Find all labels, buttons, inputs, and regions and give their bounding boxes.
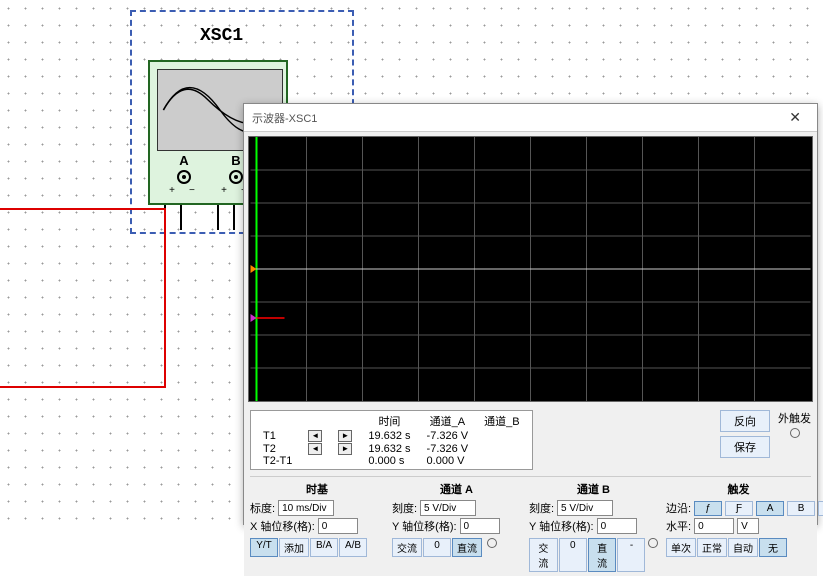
trig-auto-button[interactable]: 自动 bbox=[728, 538, 758, 557]
trig-src-a-button[interactable]: A bbox=[756, 501, 784, 516]
scope-display[interactable] bbox=[248, 136, 813, 402]
mode-add-button[interactable]: 添加 bbox=[279, 538, 309, 557]
trig-single-button[interactable]: 单次 bbox=[666, 538, 696, 557]
reverse-button[interactable]: 反向 bbox=[720, 410, 770, 432]
cha-zero-button[interactable]: 0 bbox=[423, 538, 451, 557]
wire bbox=[233, 205, 235, 230]
window-title: 示波器-XSC1 bbox=[252, 110, 781, 126]
wire-red bbox=[0, 208, 164, 210]
cha-scale-input[interactable] bbox=[420, 500, 476, 516]
cursor-row-delta: T2-T1 0.000 s 0.000 V bbox=[255, 455, 528, 467]
cursor-row-t2: T2 ◄ ► 19.632 s -7.326 V bbox=[255, 442, 528, 455]
cha-dc-button[interactable]: 直流 bbox=[452, 538, 482, 557]
t2-left-button[interactable]: ◄ bbox=[308, 443, 322, 455]
wire-red bbox=[0, 386, 166, 388]
mode-ab-button[interactable]: A/B bbox=[339, 538, 367, 557]
trigger-level-input[interactable] bbox=[694, 518, 734, 534]
mode-yt-button[interactable]: Y/T bbox=[250, 538, 278, 557]
timebase-group: 时基 标度: X 轴位移(格): Y/T 添加 B/A A/B bbox=[250, 481, 384, 572]
chb-ypos-input[interactable] bbox=[597, 518, 637, 534]
oscilloscope-window: 示波器-XSC1 ✕ 时间 bbox=[243, 103, 818, 525]
trig-normal-button[interactable]: 正常 bbox=[697, 538, 727, 557]
wire bbox=[180, 205, 182, 230]
t1-right-button[interactable]: ► bbox=[338, 430, 352, 442]
trig-src-b-button[interactable]: B bbox=[787, 501, 815, 516]
cha-indicator bbox=[487, 538, 497, 548]
cursor-row-t1: T1 ◄ ► 19.632 s -7.326 V bbox=[255, 429, 528, 442]
bnc-icon bbox=[177, 170, 191, 184]
channel-a-group: 通道 A 刻度: Y 轴位移(格): 交流 0 直流 bbox=[392, 481, 521, 572]
cha-ac-button[interactable]: 交流 bbox=[392, 538, 422, 557]
close-button[interactable]: ✕ bbox=[781, 107, 809, 128]
trig-src-ext-button[interactable]: Ext bbox=[818, 501, 823, 516]
chb-dc-button[interactable]: 直流 bbox=[588, 538, 617, 572]
t2-right-button[interactable]: ► bbox=[338, 443, 352, 455]
trigger-level-unit[interactable] bbox=[737, 518, 759, 534]
edge-falling-button[interactable]: Ƒ bbox=[725, 501, 753, 516]
edge-rising-button[interactable]: ƒ bbox=[694, 501, 722, 516]
chb-scale-input[interactable] bbox=[557, 500, 613, 516]
chb-invert-button[interactable]: - bbox=[617, 538, 645, 572]
chb-ac-button[interactable]: 交流 bbox=[529, 538, 558, 572]
trig-none-button[interactable]: 无 bbox=[759, 538, 787, 557]
t1-left-button[interactable]: ◄ bbox=[308, 430, 322, 442]
timebase-scale-input[interactable] bbox=[278, 500, 334, 516]
trigger-group: 触发 边沿: ƒ Ƒ A B Ext 水平: 单次 正常 自动 bbox=[666, 481, 811, 572]
chb-zero-button[interactable]: 0 bbox=[559, 538, 587, 572]
timebase-xpos-input[interactable] bbox=[318, 518, 358, 534]
wire bbox=[217, 205, 219, 230]
ext-trigger-label: 外触发 bbox=[778, 410, 811, 426]
titlebar[interactable]: 示波器-XSC1 ✕ bbox=[244, 104, 817, 132]
cha-ypos-input[interactable] bbox=[460, 518, 500, 534]
instrument-refdes: XSC1 bbox=[200, 26, 243, 46]
chb-indicator bbox=[648, 538, 658, 548]
bnc-icon bbox=[229, 170, 243, 184]
cursor-readout: 时间 通道_A 通道_B T1 ◄ ► 19.632 s -7.326 V T2 bbox=[250, 410, 533, 470]
port-a[interactable]: A + − bbox=[164, 153, 204, 197]
channel-b-group: 通道 B 刻度: Y 轴位移(格): 交流 0 直流 - bbox=[529, 481, 658, 572]
save-button[interactable]: 保存 bbox=[720, 436, 770, 458]
ext-trigger-indicator bbox=[790, 428, 800, 438]
wire-red bbox=[164, 208, 166, 388]
mode-ba-button[interactable]: B/A bbox=[310, 538, 338, 557]
